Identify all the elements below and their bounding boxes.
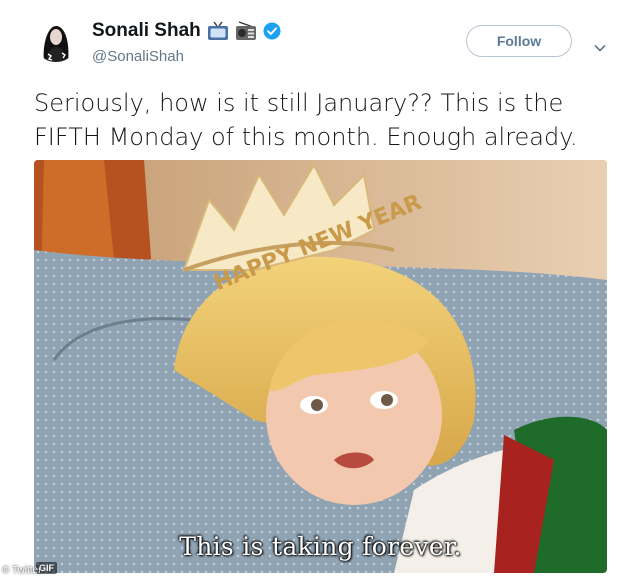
verified-badge-icon bbox=[263, 22, 281, 40]
tv-icon bbox=[207, 21, 229, 41]
user-name-row: Sonali Shah bbox=[92, 16, 281, 46]
radio-icon bbox=[235, 21, 257, 41]
avatar[interactable] bbox=[34, 18, 78, 62]
gif-caption: This is taking forever. bbox=[179, 532, 462, 561]
tweet-text: Seriously, how is it still January?? Thi… bbox=[34, 89, 578, 151]
follow-button[interactable]: Follow bbox=[466, 25, 572, 57]
gif-frame: HAPPY NEW YEAR bbox=[34, 160, 607, 573]
image-credit: © Twitter bbox=[2, 565, 42, 576]
tweet-card: Sonali Shah @SonaliShah Follow Seriously… bbox=[0, 0, 634, 579]
display-name[interactable]: Sonali Shah bbox=[92, 20, 201, 42]
user-handle[interactable]: @SonaliShah bbox=[92, 48, 184, 65]
tweet-media-gif[interactable]: HAPPY NEW YEAR This is taking forever. bbox=[34, 160, 607, 573]
chevron-down-icon[interactable] bbox=[594, 39, 606, 52]
